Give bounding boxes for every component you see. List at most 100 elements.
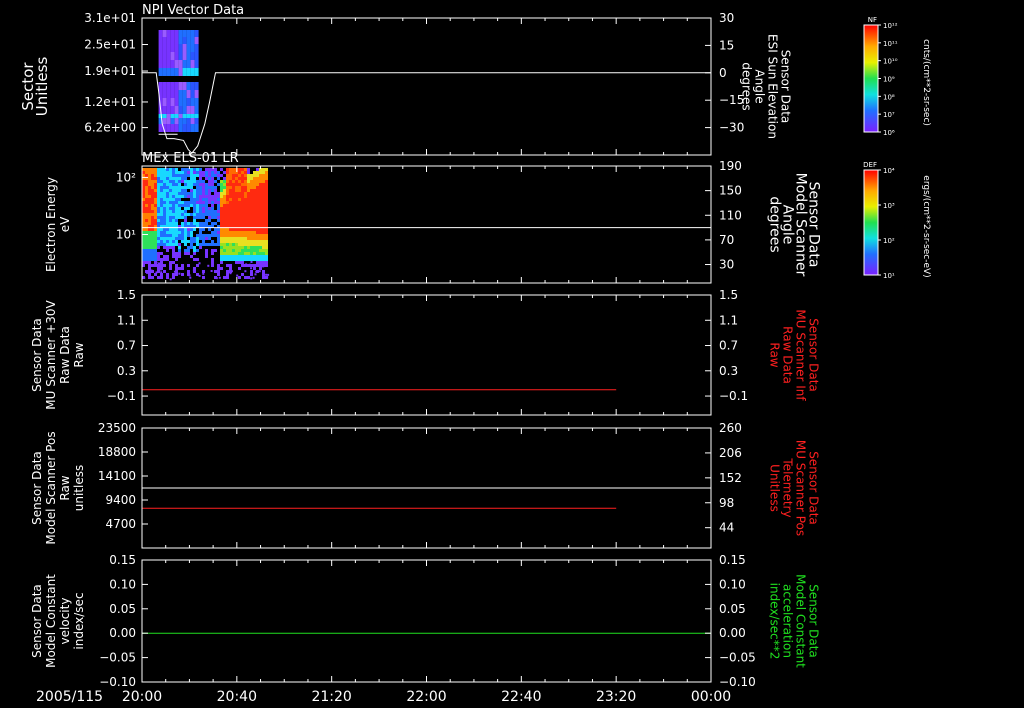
heat-cell: [175, 192, 178, 195]
heat-cell: [160, 219, 163, 222]
heat-cell: [190, 106, 195, 114]
heat-cell: [247, 210, 250, 213]
heat-cell: [160, 213, 163, 216]
heat-cell: [163, 201, 166, 204]
heat-cell: [175, 168, 178, 171]
heat-cell: [166, 82, 171, 90]
heat-cell: [259, 186, 262, 189]
heat-cell: [178, 228, 181, 231]
heat-cell: [265, 216, 268, 219]
colorbar-unit: cnts/(cm**2-sr-sec): [921, 39, 931, 126]
heat-cell: [145, 261, 148, 264]
heat-cell: [250, 240, 253, 243]
heat-cell: [199, 177, 202, 180]
y2-tick-label: −0.1: [719, 389, 748, 403]
y-axis-label: eV: [58, 216, 72, 232]
heat-cell: [196, 273, 199, 276]
heat-cell: [207, 264, 210, 267]
heat-cell: [220, 249, 223, 252]
heat-cell: [178, 216, 181, 219]
panel-frame: [141, 17, 712, 156]
y2-tick-label: 70: [719, 233, 734, 247]
heat-cell: [158, 52, 163, 60]
heat-cell: [169, 183, 172, 186]
heat-cell: [181, 186, 184, 189]
heat-cell: [154, 246, 157, 249]
heat-cell: [169, 180, 172, 183]
heat-cell: [166, 246, 169, 249]
heat-cell: [190, 37, 195, 44]
heat-cell: [154, 228, 157, 231]
heat-cell: [154, 207, 157, 210]
y2-axis-label: Sensor Data: [807, 318, 821, 392]
heat-cell: [184, 243, 187, 246]
heat-cell: [247, 276, 250, 279]
heat-cell: [250, 255, 253, 258]
heat-cell: [241, 249, 244, 252]
heat-cell: [205, 249, 208, 252]
heat-cell: [172, 255, 175, 258]
heat-cell: [211, 243, 214, 246]
heat-cell: [223, 252, 226, 255]
heat-cell: [247, 258, 250, 261]
heat-cell: [253, 243, 256, 246]
heat-cell: [229, 272, 232, 275]
heat-cell: [250, 198, 253, 201]
heat-cell: [253, 180, 256, 183]
heat-cell: [235, 207, 238, 210]
heat-cell: [166, 52, 171, 60]
heat-cell: [199, 201, 202, 204]
heat-cell: [145, 195, 148, 198]
heat-cell: [232, 219, 235, 222]
heat-cell: [166, 90, 171, 98]
heat-cell: [253, 264, 256, 267]
colorbar: [863, 169, 879, 276]
heat-cell: [241, 171, 244, 174]
heat-cell: [178, 246, 181, 249]
heat-cell: [166, 183, 169, 186]
y-axis-label: Unitless: [33, 57, 51, 117]
heat-cell: [181, 216, 184, 219]
heat-cell: [250, 252, 253, 255]
heat-cell: [211, 201, 214, 204]
heat-cell: [151, 222, 154, 225]
heat-cell: [172, 237, 175, 240]
heat-cell: [223, 249, 226, 252]
heat-cell: [256, 210, 259, 213]
heat-cell: [217, 192, 220, 195]
heat-cell: [208, 237, 211, 240]
heat-cell: [154, 189, 157, 192]
heat-cell: [247, 183, 250, 186]
heat-cell: [220, 204, 223, 207]
heat-cell: [160, 264, 163, 267]
heat-cell: [235, 201, 238, 204]
heat-cell: [166, 189, 169, 192]
heat-cell: [148, 189, 151, 192]
heat-cell: [199, 210, 202, 213]
heat-cell: [158, 124, 163, 132]
heat-cell: [190, 228, 193, 231]
heat-cell: [175, 240, 178, 243]
heat-cell: [214, 195, 217, 198]
heat-cell: [148, 264, 151, 267]
heat-cell: [254, 273, 257, 276]
heat-cell: [244, 249, 247, 252]
heat-cell: [250, 243, 253, 246]
y2-axis-label: Raw: [768, 342, 782, 367]
heat-cell: [166, 198, 169, 201]
heat-cell: [250, 189, 253, 192]
heat-cell: [226, 249, 229, 252]
heat-cell: [184, 174, 187, 177]
heat-cell: [199, 198, 202, 201]
heat-cell: [187, 222, 190, 225]
heat-cell: [199, 171, 202, 174]
heat-cell: [166, 192, 169, 195]
heat-cell: [235, 228, 238, 231]
heat-cell: [256, 195, 259, 198]
heat-cell: [169, 204, 172, 207]
heat-cell: [160, 258, 163, 261]
heat-cell: [145, 243, 148, 246]
heat-cell: [235, 192, 238, 195]
heat-cell: [148, 219, 151, 222]
heat-cell: [190, 76, 195, 82]
